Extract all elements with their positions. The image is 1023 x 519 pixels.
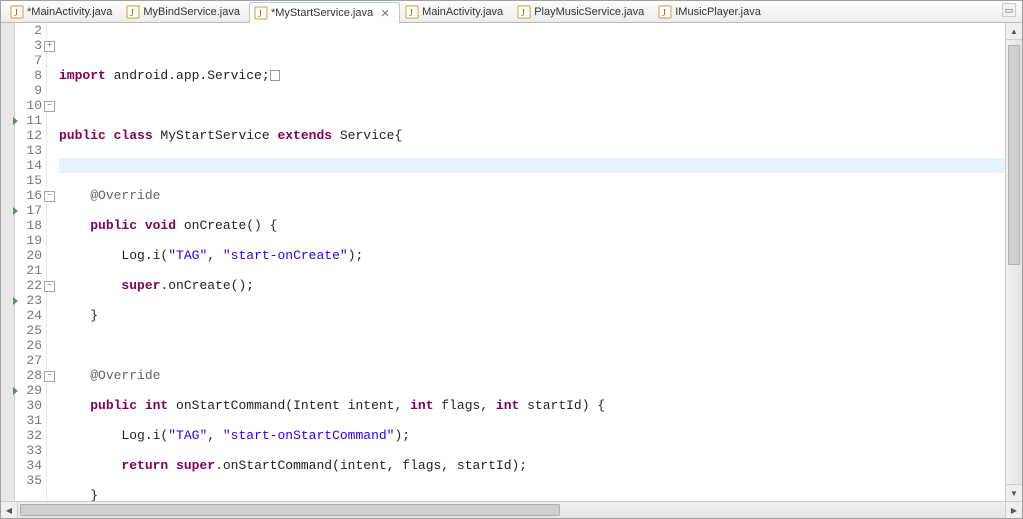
line-number[interactable]: 14	[15, 158, 46, 173]
line-number[interactable]: 28	[15, 368, 46, 383]
tab-label: *MyStartService.java	[271, 7, 373, 19]
svg-text:J: J	[14, 8, 18, 19]
svg-text:J: J	[409, 8, 413, 19]
svg-text:J: J	[258, 9, 262, 20]
line-number[interactable]: 27	[15, 353, 46, 368]
scroll-thumb[interactable]	[20, 504, 560, 516]
line-number[interactable]: 11	[15, 113, 46, 128]
line-number[interactable]: 26	[15, 338, 46, 353]
editor-area: 2378910111213141516171819202122232425262…	[1, 23, 1022, 501]
line-number[interactable]: 21	[15, 263, 46, 278]
horizontal-scrollbar[interactable]: ◀ ▶	[1, 501, 1022, 518]
line-number[interactable]: 16	[15, 188, 46, 203]
line-number[interactable]: 19	[15, 233, 46, 248]
java-file-icon: J	[10, 5, 24, 19]
java-file-icon: J	[517, 5, 531, 19]
tab-label: *MainActivity.java	[27, 6, 112, 18]
line-number[interactable]: 22	[15, 278, 46, 293]
tab-mainactivity[interactable]: J MainActivity.java	[400, 1, 512, 22]
line-number[interactable]: 7	[15, 53, 46, 68]
scroll-up-button[interactable]: ▲	[1006, 23, 1022, 40]
tab-label: PlayMusicService.java	[534, 6, 644, 18]
line-number[interactable]: 3	[15, 38, 46, 53]
line-number[interactable]: 13	[15, 143, 46, 158]
line-number[interactable]: 31	[15, 413, 46, 428]
line-number[interactable]: 20	[15, 248, 46, 263]
line-number[interactable]: 17	[15, 203, 46, 218]
line-number[interactable]: 35	[15, 473, 46, 488]
tab-playmusicservice[interactable]: J PlayMusicService.java	[512, 1, 653, 22]
minimize-view-button[interactable]: ▭	[1002, 3, 1016, 17]
svg-text:J: J	[662, 8, 666, 19]
overview-ruler[interactable]	[1, 23, 15, 501]
java-file-icon: J	[405, 5, 419, 19]
scroll-right-button[interactable]: ▶	[1005, 502, 1022, 518]
scroll-thumb[interactable]	[1008, 45, 1020, 265]
scroll-down-button[interactable]: ▼	[1006, 484, 1022, 501]
line-number[interactable]: 9	[15, 83, 46, 98]
line-number[interactable]: 33	[15, 443, 46, 458]
line-number[interactable]: 29	[15, 383, 46, 398]
line-number[interactable]: 32	[15, 428, 46, 443]
editor-tab-bar: J *MainActivity.java J MyBindService.jav…	[1, 1, 1022, 23]
close-icon[interactable]: ✕	[379, 7, 391, 19]
scroll-left-button[interactable]: ◀	[1, 502, 18, 518]
svg-text:J: J	[130, 8, 134, 19]
line-number[interactable]: 18	[15, 218, 46, 233]
line-number[interactable]: 15	[15, 173, 46, 188]
line-number[interactable]: 34	[15, 458, 46, 473]
line-number[interactable]: 2	[15, 23, 46, 38]
tab-label: MainActivity.java	[422, 6, 503, 18]
line-number[interactable]: 25	[15, 323, 46, 338]
tab-mystartservice-modified[interactable]: J *MyStartService.java ✕	[249, 2, 400, 23]
svg-text:J: J	[521, 8, 525, 19]
line-number[interactable]: 12	[15, 128, 46, 143]
tab-mainactivity-modified[interactable]: J *MainActivity.java	[5, 1, 121, 22]
line-number[interactable]: 23	[15, 293, 46, 308]
java-file-icon: J	[254, 6, 268, 20]
java-file-icon: J	[126, 5, 140, 19]
code-editor[interactable]: import android.app.Service; public class…	[47, 23, 1005, 501]
java-file-icon: J	[658, 5, 672, 19]
tab-mybindservice[interactable]: J MyBindService.java	[121, 1, 249, 22]
line-number[interactable]: 24	[15, 308, 46, 323]
line-number-gutter[interactable]: 2378910111213141516171819202122232425262…	[15, 23, 47, 501]
tab-label: MyBindService.java	[143, 6, 240, 18]
tab-imusicplayer[interactable]: J IMusicPlayer.java	[653, 1, 770, 22]
tab-label: IMusicPlayer.java	[675, 6, 761, 18]
line-number[interactable]: 10	[15, 98, 46, 113]
line-number[interactable]: 8	[15, 68, 46, 83]
vertical-scrollbar[interactable]: ▲ ▼	[1005, 23, 1022, 501]
line-number[interactable]: 30	[15, 398, 46, 413]
